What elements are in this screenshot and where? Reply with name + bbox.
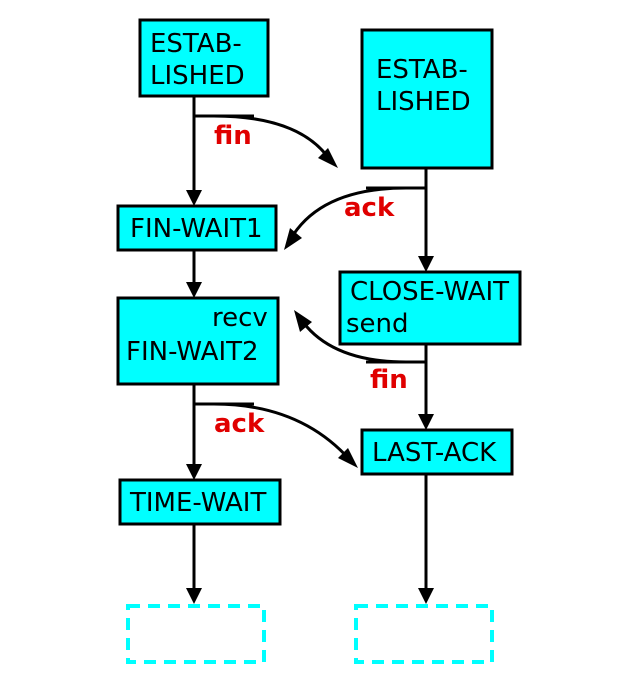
right-fin-label: fin bbox=[370, 365, 408, 395]
left-established-label-1: ESTAB- bbox=[150, 29, 242, 59]
close-wait-send-label: send bbox=[346, 309, 409, 339]
close-wait-arrow-down bbox=[418, 344, 434, 430]
close-wait-label: CLOSE-WAIT bbox=[350, 277, 509, 307]
left-established-arrow-down bbox=[186, 96, 202, 206]
last-ack-arrow-down bbox=[418, 474, 434, 604]
left-end-state bbox=[128, 606, 264, 662]
right-ack-label: ack bbox=[344, 193, 395, 223]
fin-wait2-label: FIN-WAIT2 bbox=[126, 337, 259, 367]
time-wait-label: TIME-WAIT bbox=[129, 488, 266, 518]
fin-wait1-label: FIN-WAIT1 bbox=[130, 214, 263, 244]
fin-wait2-arrow-down bbox=[186, 384, 202, 480]
last-ack-label: LAST-ACK bbox=[372, 438, 497, 468]
left-fin-label: fin bbox=[214, 121, 252, 151]
right-end-state bbox=[356, 606, 492, 662]
time-wait-arrow-down bbox=[186, 524, 202, 604]
left-ack-label: ack bbox=[214, 409, 265, 439]
right-established-label-1: ESTAB- bbox=[376, 55, 468, 85]
tcp-close-diagram: ESTAB- LISHED fin FIN-WAIT1 recv FIN-WAI… bbox=[0, 0, 640, 692]
fin-wait2-recv-label: recv bbox=[212, 303, 268, 333]
fin-wait1-arrow-down bbox=[186, 250, 202, 298]
right-established-label-2: LISHED bbox=[376, 87, 471, 117]
right-established-arrow-down bbox=[418, 168, 434, 272]
left-established-label-2: LISHED bbox=[150, 61, 245, 91]
